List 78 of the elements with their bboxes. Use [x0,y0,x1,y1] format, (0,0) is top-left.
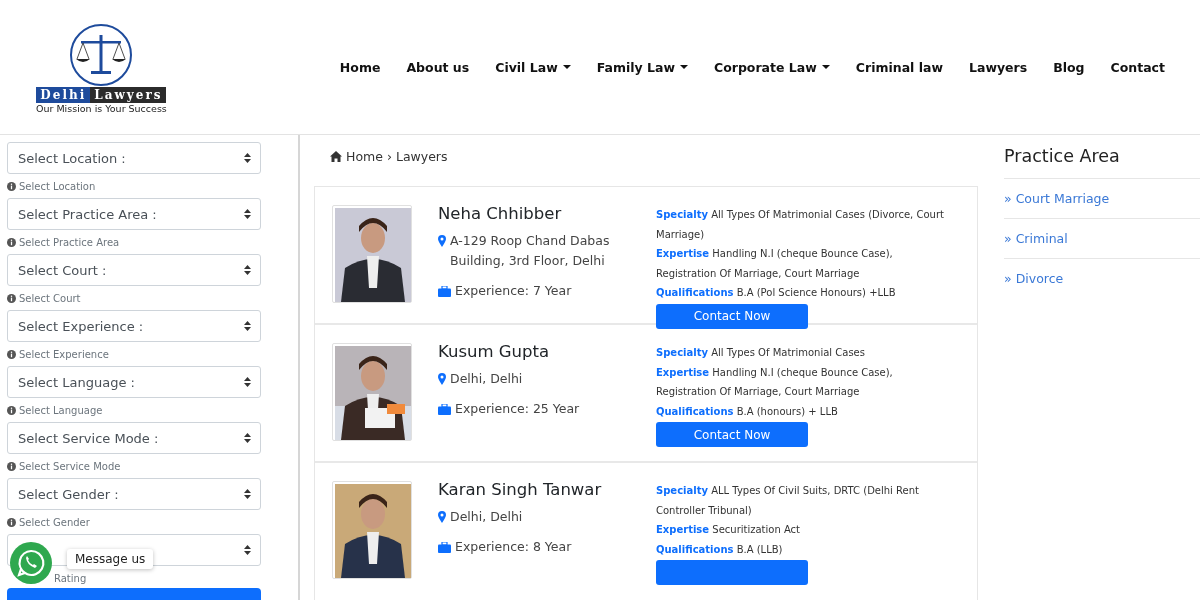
contact-button[interactable]: Contact Now [656,303,808,329]
nav-link[interactable]: Criminal law [842,59,956,75]
lawyer-name: Neha Chhibber [438,204,563,223]
sort-icon [244,321,251,331]
nav-link[interactable]: Home [326,59,394,75]
nav-link[interactable]: Family Law [583,59,701,75]
sort-icon [244,209,251,219]
field-hint: Select Practice Area [19,236,120,248]
briefcase-icon [438,542,451,553]
practice-area-link[interactable]: » Criminal [1004,231,1068,246]
practice-area-link[interactable]: » Court Marriage [1004,191,1110,206]
practice-area-link[interactable]: » Divorce [1004,271,1064,286]
location-pin-icon [438,373,446,385]
info-icon [7,237,16,247]
filter-select[interactable]: Select Language : [7,366,261,398]
lawyer-detail: Expertise Securitization Act [656,523,802,537]
lawyer-address: Delhi, Delhi [450,508,523,526]
filter-select[interactable]: Select Gender : [7,478,261,510]
sort-icon [244,545,251,555]
info-icon [7,405,16,415]
logo-text: Delhi [36,86,91,103]
nav-link[interactable]: Blog [1040,59,1098,75]
lawyer-detail: Expertise Handling N.I (cheque Bounce Case), Registration Of Marriage, Court Marriage [656,365,894,399]
field-hint: Rating [54,572,87,584]
nav-link[interactable]: Corporate Law [701,59,843,75]
filter-select[interactable]: Select Service Mode : [7,422,261,454]
location-pin-icon [438,235,446,247]
home-icon [330,151,342,162]
sort-icon [244,265,251,275]
info-icon [7,293,16,303]
lawyer-detail: Specialty All Types Of Matrimonial Cases (Divorce, Court Marriage) [656,208,945,242]
nav-link[interactable]: Contact [1097,59,1165,75]
nav-link[interactable]: Lawyers [956,59,1041,75]
breadcrumb-current: Lawyers [395,149,448,164]
lawyer-experience: Experience: 25 Year [455,400,580,418]
lawyer-detail: Qualifications B.A (honours) + LLB [656,404,839,419]
lawyer-name: Kusum Gupta [438,342,551,361]
lawyer-experience: Experience: 8 Year [455,538,572,556]
field-hint: Select Service Mode [19,460,121,472]
filter-select[interactable]: Select Practice Area : [7,198,261,230]
breadcrumb-link[interactable]: Home [346,149,383,164]
nav-link[interactable]: Civil Law [482,59,584,75]
lawyer-detail: Qualifications B.A (LLB) [656,542,784,557]
sidebar-heading: Practice Area [1004,146,1121,166]
filter-select[interactable]: Select Experience : [7,310,261,342]
lawyer-detail: Expertise Handling N.I (cheque Bounce Case), Registration Of Marriage, Court Marriage [656,247,894,281]
logo-text: Lawyers [90,86,167,103]
info-icon [7,461,16,471]
field-hint: Select Language [19,404,103,416]
field-hint: Select Gender [19,516,90,528]
info-icon [7,349,16,359]
briefcase-icon [438,286,451,297]
nav-link[interactable]: About us [393,59,483,75]
field-hint: Select Experience [19,348,109,360]
sort-icon [244,489,251,499]
chat-tooltip[interactable]: Message us [67,549,154,569]
lawyer-experience: Experience: 7 Year [455,282,572,300]
sort-icon [244,377,251,387]
sort-icon [244,433,251,443]
location-pin-icon [438,511,446,523]
lawyer-address: Delhi, Delhi [450,370,523,388]
lawyer-detail: Specialty All Types Of Matrimonial Cases [656,346,866,360]
lawyer-address: A-129 Roop Chand Dabas Building, 3rd Floor, Delhi [450,232,611,270]
lawyer-detail: Specialty ALL Types Of Civil Suits, DRTC (Delhi Rent Controller Tribunal) [656,484,920,518]
breadcrumb-separator: › [386,149,392,164]
lawyer-name: Karan Singh Tanwar [438,480,603,499]
briefcase-icon [438,404,451,415]
filter-select[interactable]: Select Location : [7,142,261,174]
lawyer-detail: Qualifications B.A (Pol Science Honours) +LLB [656,286,897,300]
chat-icon[interactable] [10,542,52,584]
logo-tagline: Our Mission is Your Success [36,102,167,114]
filter-select[interactable]: Select Court : [7,254,261,286]
info-icon [7,517,16,527]
sort-icon [244,153,251,163]
field-hint: Select Location [19,180,96,192]
contact-button[interactable]: Contact Now [656,422,808,447]
info-icon [7,181,16,191]
field-hint: Select Court [19,292,81,304]
